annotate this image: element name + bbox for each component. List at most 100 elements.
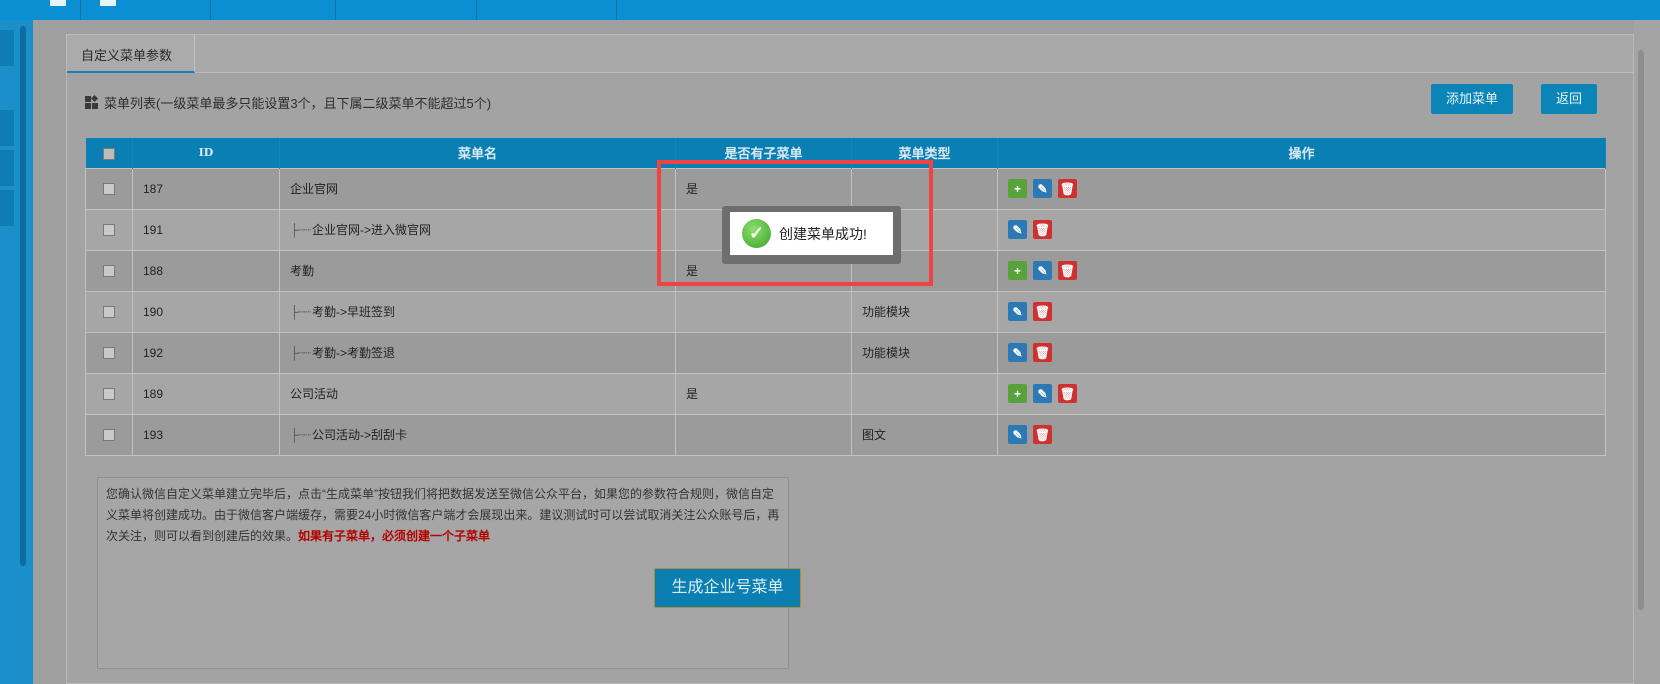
menu-list-heading: 菜单列表(一级菜单最多只能设置3个，且下属二级菜单不能超过5个) [85,93,491,112]
row-type [851,372,998,415]
row-checkbox[interactable] [103,224,115,237]
row-name-cell: 公司活动 [279,372,676,415]
row-name-cell: ├┈┈ 公司活动->刮刮卡 [279,413,676,456]
row-ops-cell: + ✎ 🗑 [997,372,1606,415]
row-has-sub: 是 [675,372,852,415]
nav-divider [616,0,617,20]
row-ops-cell: ✎ 🗑 [997,413,1606,456]
edit-icon[interactable]: ✎ [1008,343,1027,362]
tree-prefix: ├┈┈ [290,223,311,237]
sidebar-tile[interactable] [0,30,14,66]
row-select-cell [85,208,133,251]
row-actions: + ✎ 🗑 [1008,179,1595,198]
row-checkbox[interactable] [103,429,115,442]
table-row: 190 ├┈┈ 考勤->早班签到 功能模块 ✎ 🗑 [85,290,1606,333]
add-submenu-icon[interactable]: + [1008,384,1027,403]
row-name-cell: ├┈┈ 考勤->早班签到 [279,290,676,333]
row-actions: ✎ 🗑 [1008,302,1595,321]
sidebar-tile[interactable] [0,150,14,186]
grid-icon [85,94,99,109]
row-name: 企业官网->进入微官网 [311,223,431,237]
delete-icon[interactable]: 🗑 [1033,220,1052,239]
header-id: ID [132,138,280,168]
add-submenu-icon[interactable]: + [1008,261,1027,280]
row-select-cell [85,167,133,210]
row-type: 功能模块 [851,331,998,374]
tab-custom-menu-params[interactable]: 自定义菜单参数 [67,35,195,73]
row-name: 考勤->早班签到 [311,305,395,319]
back-button[interactable]: 返回 [1541,84,1597,114]
delete-icon[interactable]: 🗑 [1058,179,1077,198]
row-id: 187 [132,167,280,210]
generate-menu-button[interactable]: 生成企业号菜单 [654,568,801,608]
tree-prefix: ├┈┈ [290,346,311,360]
row-id: 191 [132,208,280,251]
top-nav-bar [0,0,1660,20]
nav-item[interactable] [480,0,600,20]
row-checkbox[interactable] [103,183,115,196]
row-checkbox[interactable] [103,265,115,278]
delete-icon[interactable]: 🗑 [1058,384,1077,403]
delete-icon[interactable]: 🗑 [1033,302,1052,321]
nav-item[interactable] [215,0,335,20]
row-ops-cell: + ✎ 🗑 [997,167,1606,210]
row-name: 考勤 [290,264,315,278]
row-select-cell [85,331,133,374]
select-all-cell [85,138,133,168]
row-actions: + ✎ 🗑 [1008,261,1595,280]
nav-divider [210,0,211,20]
sidebar-tile[interactable] [0,110,14,146]
row-actions: + ✎ 🗑 [1008,384,1595,403]
row-name: 公司活动->刮刮卡 [311,428,407,442]
add-submenu-icon[interactable]: + [1008,179,1027,198]
table-row: 193 ├┈┈ 公司活动->刮刮卡 图文 ✎ 🗑 [85,413,1606,456]
edit-icon[interactable]: ✎ [1033,261,1052,280]
nav-item[interactable] [90,0,210,20]
delete-icon[interactable]: 🗑 [1058,261,1077,280]
edit-icon[interactable]: ✎ [1008,302,1027,321]
row-name: 企业官网 [290,182,339,196]
row-checkbox[interactable] [103,388,115,401]
tree-prefix: ├┈┈ [290,428,311,442]
tree-prefix: ├┈┈ [290,305,311,319]
row-name-cell: ├┈┈ 考勤->考勤签退 [279,331,676,374]
sidebar-tile[interactable] [0,190,14,226]
delete-icon[interactable]: 🗑 [1033,425,1052,444]
row-name: 考勤->考勤签退 [311,346,395,360]
header-name: 菜单名 [279,138,676,168]
row-id: 189 [132,372,280,415]
nav-divider [476,0,477,20]
row-ops-cell: ✎ 🗑 [997,331,1606,374]
add-menu-button[interactable]: 添加菜单 [1431,84,1513,114]
row-select-cell [85,372,133,415]
nav-divider [335,0,336,20]
main-panel: 自定义菜单参数 菜单列表(一级菜单最多只能设置3个，且下属二级菜单不能超过5个)… [66,34,1634,684]
edit-icon[interactable]: ✎ [1008,425,1027,444]
row-actions: ✎ 🗑 [1008,343,1595,362]
info-warning: 如果有子菜单，必须创建一个子菜单 [298,529,491,543]
row-actions: ✎ 🗑 [1008,425,1595,444]
row-type: 功能模块 [851,290,998,333]
edit-icon[interactable]: ✎ [1033,179,1052,198]
row-ops-cell: ✎ 🗑 [997,290,1606,333]
delete-icon[interactable]: 🗑 [1033,343,1052,362]
row-select-cell [85,413,133,456]
table-row: 189 公司活动 是 + ✎ 🗑 [85,372,1606,415]
edit-icon[interactable]: ✎ [1008,220,1027,239]
edit-icon[interactable]: ✎ [1033,384,1052,403]
nav-icon [100,0,116,6]
nav-item[interactable] [340,0,460,20]
row-checkbox[interactable] [103,347,115,360]
row-checkbox[interactable] [103,306,115,319]
row-ops-cell: + ✎ 🗑 [997,249,1606,292]
row-has-sub [675,290,852,333]
row-actions: ✎ 🗑 [1008,220,1595,239]
row-id: 190 [132,290,280,333]
sidebar-scrollbar[interactable] [20,26,26,566]
select-all-checkbox[interactable] [102,147,115,160]
menu-list-title: 菜单列表(一级菜单最多只能设置3个，且下属二级菜单不能超过5个) [104,96,492,111]
page-scrollbar[interactable] [1638,50,1644,610]
row-select-cell [85,290,133,333]
left-sidebar [0,20,33,684]
right-gutter [1634,20,1660,684]
